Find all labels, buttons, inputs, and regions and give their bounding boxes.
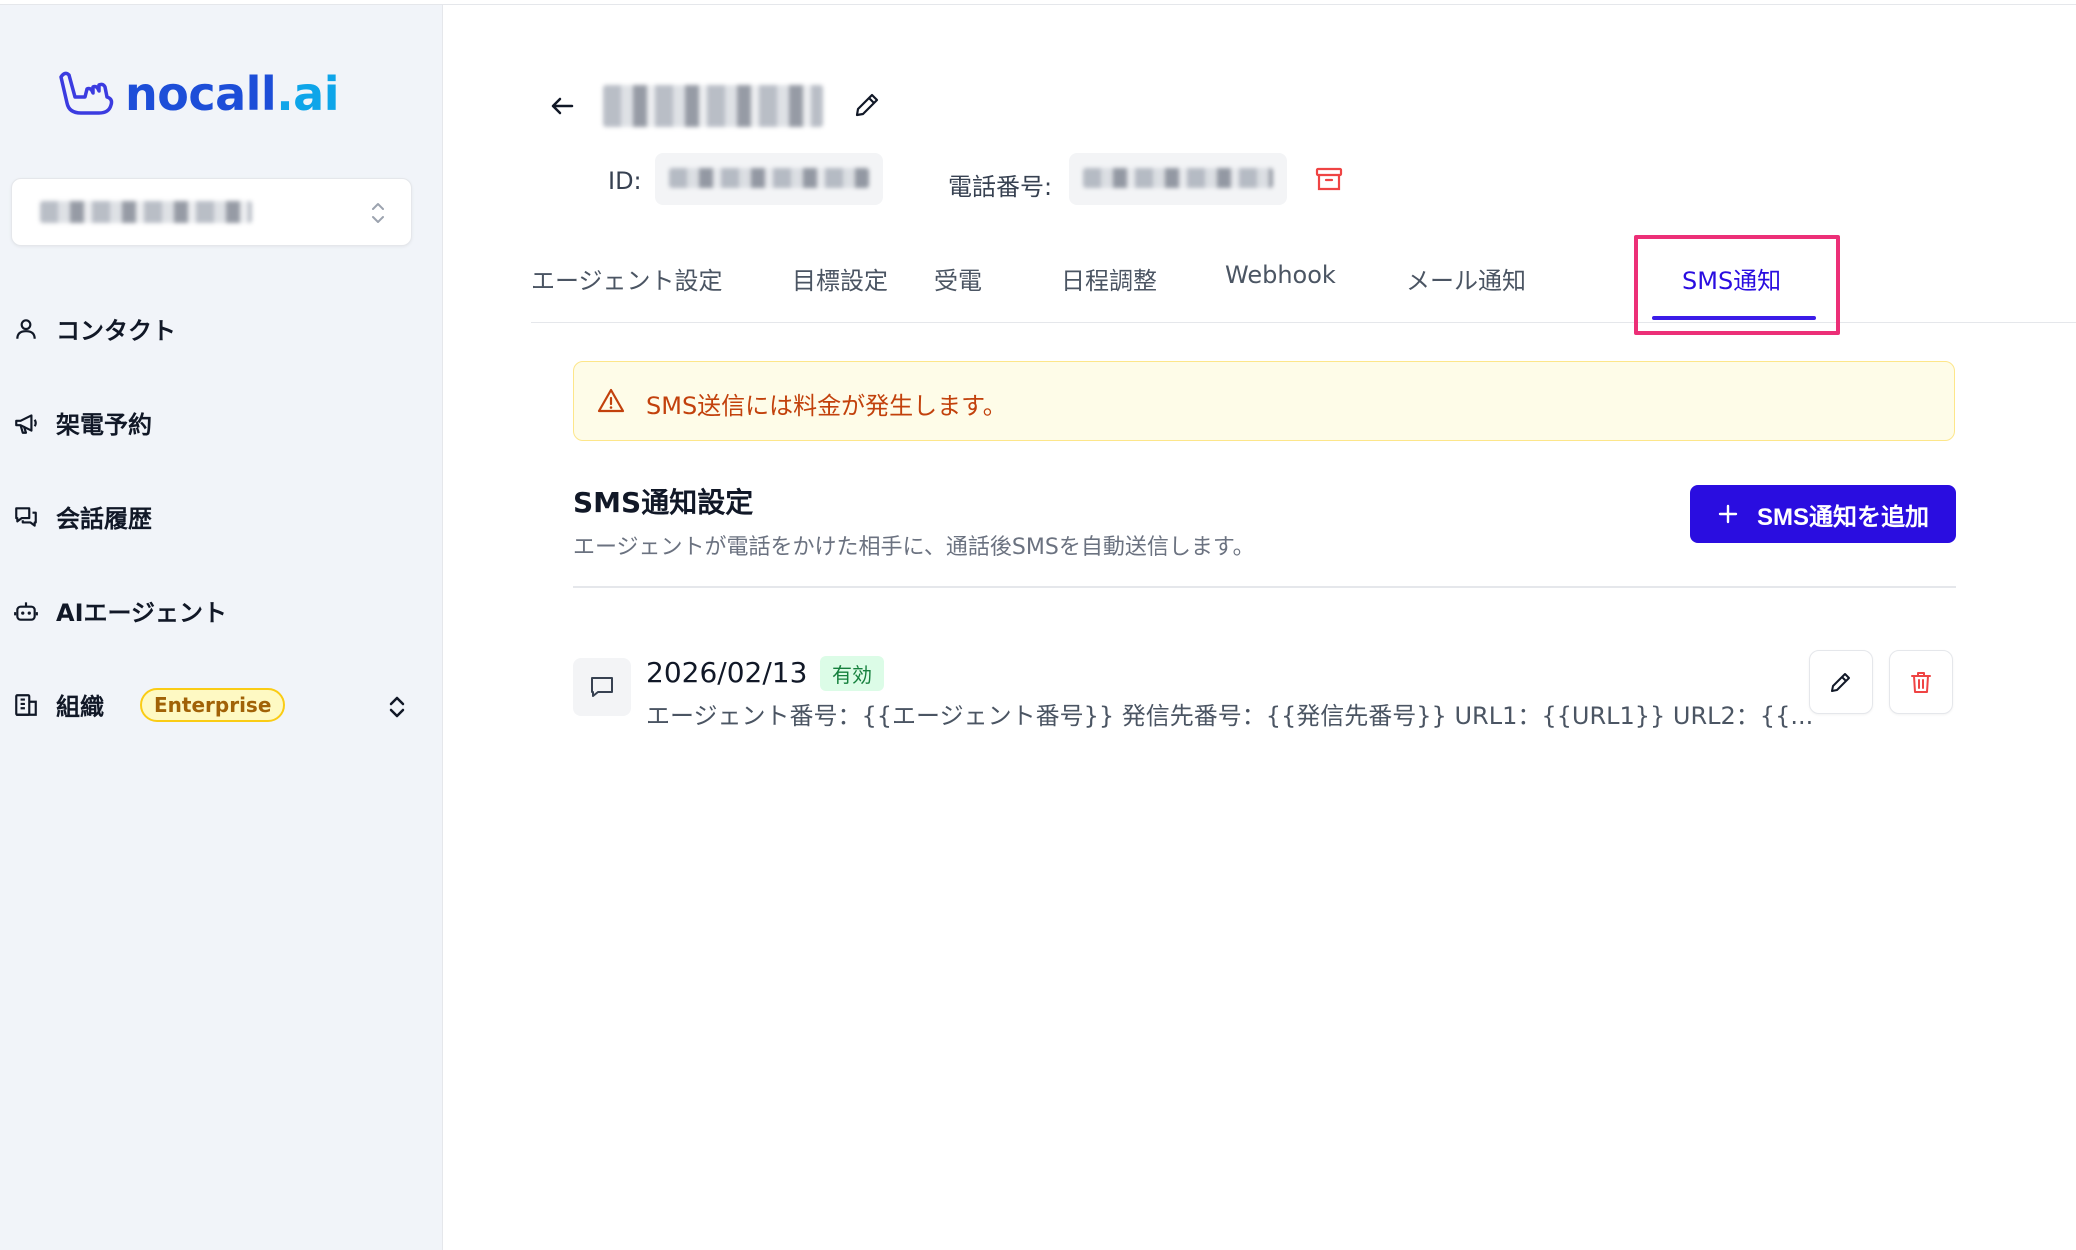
- archive-icon[interactable]: [1313, 163, 1345, 195]
- sidebar: nocall.ai コンタクト 架電予約 会話履歴 AIエージェント 組織 En…: [0, 5, 443, 1250]
- message-icon: [573, 658, 631, 716]
- phone-value[interactable]: [1069, 153, 1287, 205]
- user-icon: [12, 315, 40, 343]
- building-icon: [12, 691, 40, 719]
- highlight-annotation: [1634, 235, 1840, 335]
- sidebar-item-label: 架電予約: [56, 411, 152, 439]
- phone-label: 電話番号:: [948, 173, 1053, 201]
- plus-icon: [1718, 504, 1738, 524]
- sidebar-item-organization[interactable]: 組織 Enterprise: [12, 687, 286, 722]
- hand-logo-icon: [59, 71, 114, 115]
- id-value[interactable]: [655, 153, 883, 205]
- sidebar-item-label: 会話履歴: [56, 505, 152, 533]
- logo[interactable]: nocall.ai: [55, 67, 339, 121]
- section-description: エージェントが電話をかけた相手に、通話後SMSを自動送信します。: [573, 535, 1255, 560]
- tab-webhook[interactable]: Webhook: [1225, 261, 1336, 289]
- sidebar-item-ai-agents[interactable]: AIエージェント: [12, 593, 227, 628]
- sidebar-item-label: AIエージェント: [56, 599, 228, 627]
- tab-bar: エージェント設定 目標設定 受電 日程調整 Webhook メール通知 SMS通…: [531, 235, 2076, 335]
- tab-inbound-calls[interactable]: 受電: [934, 261, 982, 296]
- tab-scheduling[interactable]: 日程調整: [1061, 261, 1157, 296]
- megaphone-icon: [12, 409, 40, 437]
- main-content: ID: 電話番号: エージェント設定 目標設定 受電 日程調整 Webhook …: [443, 5, 2076, 1250]
- edit-pencil-icon[interactable]: [851, 89, 883, 121]
- tab-email-notifications[interactable]: メール通知: [1406, 261, 1526, 296]
- divider: [573, 586, 1956, 588]
- pencil-icon: [1831, 673, 1850, 692]
- id-label: ID:: [608, 167, 642, 195]
- sidebar-item-label: コンタクト: [56, 317, 176, 345]
- warning-text: SMS送信には料金が発生します。: [646, 392, 1007, 420]
- sidebar-item-conversation-history[interactable]: 会話履歴: [12, 499, 152, 534]
- redacted-id: [669, 168, 869, 188]
- sidebar-item-label: 組織: [56, 693, 104, 721]
- redacted-phone: [1083, 168, 1273, 188]
- logo-text: nocall.ai: [125, 67, 339, 121]
- edit-sms-button[interactable]: [1809, 650, 1873, 714]
- section-title: SMS通知設定: [573, 486, 754, 519]
- sms-notification-item: 2026/02/13 有効 エージェント番号：{{エージェント番号}} 発信先番…: [573, 650, 1956, 730]
- logo-suffix: .ai: [276, 67, 339, 121]
- back-arrow-icon[interactable]: [547, 91, 577, 121]
- chevron-up-down-icon[interactable]: [386, 693, 408, 721]
- warning-triangle-icon: [597, 388, 625, 413]
- sms-date: 2026/02/13: [646, 656, 808, 689]
- trash-icon: [1911, 672, 1931, 693]
- add-button-label: SMS通知を追加: [1756, 503, 1929, 531]
- delete-sms-button[interactable]: [1889, 650, 1953, 714]
- chat-bubbles-icon: [12, 503, 40, 531]
- tab-agent-settings[interactable]: エージェント設定: [531, 261, 723, 296]
- logo-name: nocall: [125, 67, 277, 121]
- tab-goal-settings[interactable]: 目標設定: [792, 261, 888, 296]
- redacted-org-name: [40, 201, 252, 223]
- enterprise-badge: Enterprise: [140, 687, 286, 722]
- sidebar-item-contacts[interactable]: コンタクト: [12, 311, 176, 346]
- status-badge: 有効: [820, 656, 884, 691]
- bot-icon: [12, 597, 40, 625]
- redacted-agent-name: [603, 85, 823, 127]
- chevron-up-down-icon: [372, 203, 384, 223]
- warning-banner: SMS送信には料金が発生します。: [573, 361, 1955, 441]
- add-sms-notification-button[interactable]: SMS通知を追加: [1690, 485, 1956, 543]
- organization-selector[interactable]: [11, 178, 412, 246]
- sms-body-preview: エージェント番号：{{エージェント番号}} 発信先番号：{{発信先番号}} UR…: [646, 702, 1814, 730]
- sidebar-item-call-reservations[interactable]: 架電予約: [12, 405, 152, 440]
